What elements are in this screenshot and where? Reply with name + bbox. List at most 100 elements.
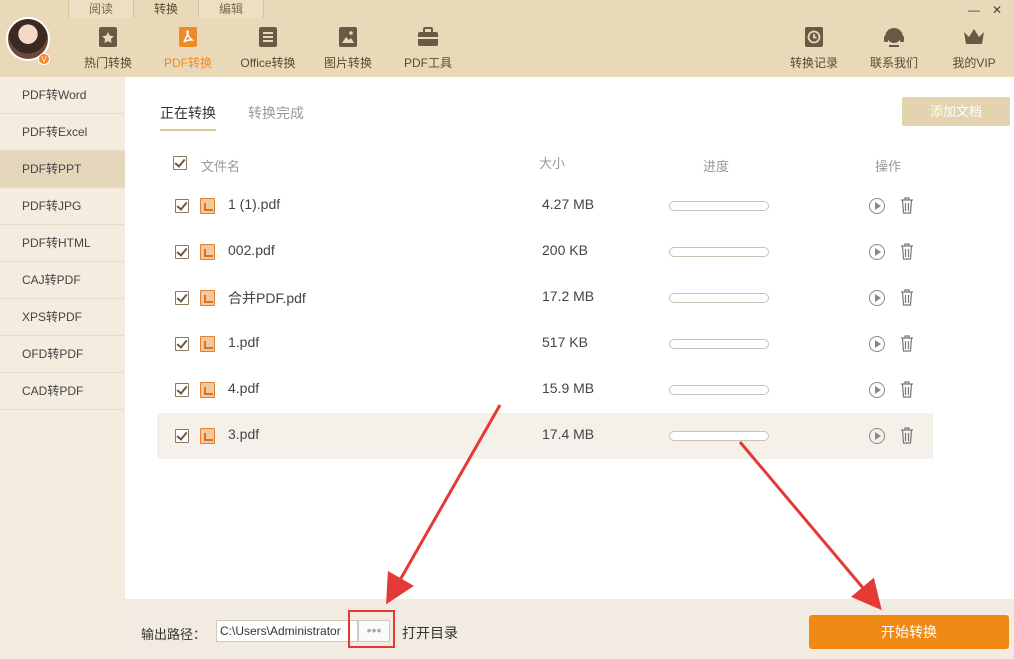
tab-convert[interactable]: 转换 xyxy=(133,0,199,18)
sidebar-item-pdf-to-ppt[interactable]: PDF转PPT xyxy=(0,151,125,188)
row-checkbox[interactable] xyxy=(175,429,189,443)
nav-hot-convert[interactable]: 热门转换 xyxy=(68,24,148,71)
toolbox-icon xyxy=(418,27,438,46)
table-row[interactable]: 002.pdf 200 KB xyxy=(157,229,933,275)
play-icon[interactable] xyxy=(869,244,885,260)
row-checkbox[interactable] xyxy=(175,291,189,305)
sidebar-item-caj-to-pdf[interactable]: CAJ转PDF xyxy=(0,262,125,299)
select-all-checkbox[interactable] xyxy=(173,156,187,170)
trash-icon[interactable] xyxy=(900,427,914,444)
nav-history[interactable]: 转换记录 xyxy=(774,24,854,71)
start-convert-button[interactable]: 开始转换 xyxy=(809,615,1009,649)
tab-edit[interactable]: 编辑 xyxy=(198,0,264,18)
play-icon[interactable] xyxy=(869,428,885,444)
column-header-ops: 操作 xyxy=(875,159,902,174)
sidebar-item-pdf-to-jpg[interactable]: PDF转JPG xyxy=(0,188,125,225)
nav-contact[interactable]: 联系我们 xyxy=(854,24,934,71)
tab-read[interactable]: 阅读 xyxy=(68,0,134,18)
trash-icon[interactable] xyxy=(900,381,914,398)
crown-icon xyxy=(964,29,984,44)
trash-icon[interactable] xyxy=(900,197,914,214)
row-checkbox[interactable] xyxy=(175,337,189,351)
file-size: 200 KB xyxy=(542,242,588,258)
add-document-button[interactable]: 添加文档 xyxy=(902,97,1010,126)
trash-icon[interactable] xyxy=(900,335,914,352)
file-name: 002.pdf xyxy=(228,242,275,258)
bookmark-star-icon xyxy=(99,27,117,47)
tab-converting[interactable]: 正在转换 xyxy=(160,103,216,131)
nav-label: 图片转换 xyxy=(323,56,372,70)
progress-bar xyxy=(669,339,769,349)
table-row[interactable]: 合并PDF.pdf 17.2 MB xyxy=(157,275,933,321)
table-row[interactable]: 1 (1).pdf 4.27 MB xyxy=(157,183,933,229)
file-name: 1 (1).pdf xyxy=(228,196,281,212)
table-row[interactable]: 4.pdf 15.9 MB xyxy=(157,367,933,413)
nav-label: 热门转换 xyxy=(83,56,132,70)
top-toolbar: 阅读 转换 编辑 — ✕ V 热门转换 PDF转换 Office转换 图片转换 … xyxy=(0,0,1014,77)
window-controls: — ✕ xyxy=(968,3,1002,17)
file-size: 15.9 MB xyxy=(542,380,595,396)
sidebar-item-cad-to-pdf[interactable]: CAD转PDF xyxy=(0,373,125,410)
play-icon[interactable] xyxy=(869,336,885,352)
output-path-label: 输出路径： xyxy=(141,627,207,642)
sidebar-item-pdf-to-excel[interactable]: PDF转Excel xyxy=(0,114,125,151)
row-checkbox[interactable] xyxy=(175,199,189,213)
output-path-field[interactable]: C:\Users\Administrator xyxy=(216,620,358,642)
nav-image-convert[interactable]: 图片转换 xyxy=(308,24,388,71)
nav-office-convert[interactable]: Office转换 xyxy=(228,24,308,71)
trash-icon[interactable] xyxy=(900,243,914,260)
main-nav: 热门转换 PDF转换 Office转换 图片转换 PDF工具 xyxy=(68,24,468,71)
nav-pdf-convert[interactable]: PDF转换 xyxy=(148,24,228,71)
play-icon[interactable] xyxy=(869,198,885,214)
progress-bar xyxy=(669,201,769,211)
document-icon xyxy=(259,27,277,47)
file-size: 17.4 MB xyxy=(542,426,595,442)
sidebar-item-pdf-to-html[interactable]: PDF转HTML xyxy=(0,225,125,262)
nav-label: 我的VIP xyxy=(952,56,996,70)
pdf-icon xyxy=(179,27,197,47)
nav-label: 联系我们 xyxy=(869,56,918,70)
table-row[interactable]: 1.pdf 517 KB xyxy=(157,321,933,367)
progress-bar xyxy=(669,431,769,441)
tab-completed[interactable]: 转换完成 xyxy=(248,103,304,131)
annotation-highlight-box xyxy=(348,610,395,648)
nav-label: Office转换 xyxy=(240,56,296,70)
file-name: 3.pdf xyxy=(228,426,260,442)
close-button[interactable]: ✕ xyxy=(992,3,1002,17)
sidebar-item-ofd-to-pdf[interactable]: OFD转PDF xyxy=(0,336,125,373)
play-icon[interactable] xyxy=(869,382,885,398)
pdf-file-icon xyxy=(200,428,215,444)
headset-icon xyxy=(884,28,904,47)
file-name: 4.pdf xyxy=(228,380,260,396)
nav-vip[interactable]: 我的VIP xyxy=(934,24,1014,71)
minimize-button[interactable]: — xyxy=(968,3,980,17)
image-icon xyxy=(339,27,357,47)
nav-pdf-tools[interactable]: PDF工具 xyxy=(388,24,468,71)
nav-label: PDF工具 xyxy=(403,56,452,70)
status-tabs: 正在转换 转换完成 xyxy=(160,103,304,131)
nav-label: PDF转换 xyxy=(163,56,212,70)
open-directory-link[interactable]: 打开目录 xyxy=(402,623,458,643)
pdf-file-icon xyxy=(200,336,215,352)
main-panel: 正在转换 转换完成 添加文档 文件名 大小 进度 操作 1 (1).pdf 4.2… xyxy=(125,77,1014,599)
file-name: 1.pdf xyxy=(228,334,260,350)
output-bar: 输出路径： C:\Users\Administrator ••• 打开目录 开始… xyxy=(125,599,1014,659)
file-size: 17.2 MB xyxy=(542,288,595,304)
right-nav: 转换记录 联系我们 我的VIP xyxy=(774,24,1014,71)
progress-bar xyxy=(669,247,769,257)
sidebar: PDF转Word PDF转Excel PDF转PPT PDF转JPG PDF转H… xyxy=(0,77,125,659)
pdf-file-icon xyxy=(200,244,215,260)
file-list: 1 (1).pdf 4.27 MB 002.pdf 200 KB 合并PDF.pdf 17… xyxy=(157,183,933,459)
row-checkbox[interactable] xyxy=(175,245,189,259)
sidebar-item-xps-to-pdf[interactable]: XPS转PDF xyxy=(0,299,125,336)
trash-icon[interactable] xyxy=(900,289,914,306)
table-header: 文件名 大小 进度 操作 xyxy=(173,156,933,176)
row-checkbox[interactable] xyxy=(175,383,189,397)
column-header-name: 文件名 xyxy=(201,159,241,174)
table-row[interactable]: 3.pdf 17.4 MB xyxy=(157,413,933,459)
top-tab-bar: 阅读 转换 编辑 xyxy=(68,0,264,18)
play-icon[interactable] xyxy=(869,290,885,306)
sidebar-item-pdf-to-word[interactable]: PDF转Word xyxy=(0,77,125,114)
file-name: 合并PDF.pdf xyxy=(228,290,306,306)
pdf-file-icon xyxy=(200,382,215,398)
